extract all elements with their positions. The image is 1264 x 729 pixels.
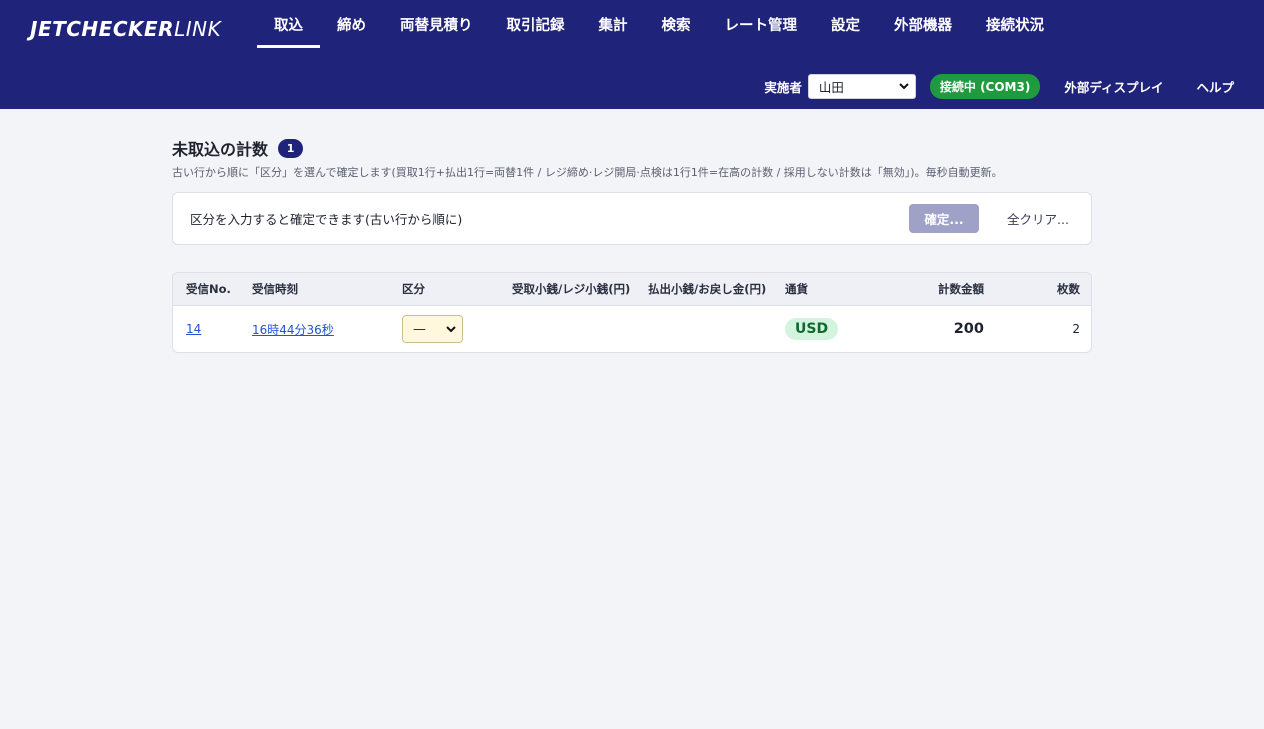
confirm-instruction: 区分を入力すると確定できます(古い行から順に) <box>190 212 463 227</box>
header-time: 受信時刻 <box>252 282 298 296</box>
header-received-change: 受取小銭/レジ小銭(円) <box>512 282 631 296</box>
sub-bar: 実施者 山田 接続中 (COM3) 外部ディスプレイ ヘルプ <box>764 73 1234 99</box>
category-value: — <box>413 321 426 337</box>
row-amount: 200 <box>953 321 984 337</box>
nav-tab-closing[interactable]: 締め <box>320 0 383 48</box>
header-paid-change: 払出小銭/お戻し金(円) <box>648 282 767 296</box>
nav-tab-import[interactable]: 取込 <box>257 0 320 48</box>
logo-bold-text: JETCHECKER <box>30 17 175 41</box>
header-category: 区分 <box>402 282 425 296</box>
operator-select[interactable]: 山田 <box>807 73 916 99</box>
page-subtitle: 古い行から順に「区分」を選んで確定します(買取1行+払出1行=両替1件 / レジ… <box>172 166 1003 179</box>
main-content: 未取込の計数 1 古い行から順に「区分」を選んで確定します(買取1行+払出1行=… <box>172 137 1092 353</box>
category-select[interactable]: — <box>402 315 463 343</box>
row-time-link[interactable]: 16時44分36秒 <box>252 321 334 338</box>
main-nav: 取込 締め 両替見積り 取引記録 集計 検索 レート管理 設定 外部機器 接続状… <box>257 0 1061 50</box>
nav-tab-external-devices[interactable]: 外部機器 <box>877 0 969 48</box>
table-header-row: 受信No. 受信時刻 区分 受取小銭/レジ小銭(円) 払出小銭/お戻し金(円) … <box>173 273 1091 306</box>
table-row: 14 16時44分36秒 — USD 200 2 <box>173 306 1091 352</box>
title-row: 未取込の計数 1 <box>172 137 1092 159</box>
page-title: 未取込の計数 <box>172 140 269 159</box>
help-link[interactable]: ヘルプ <box>1196 77 1234 96</box>
nav-tab-exchange-quote[interactable]: 両替見積り <box>383 0 490 48</box>
chevron-down-icon <box>899 82 909 89</box>
row-no-link[interactable]: 14 <box>186 322 201 336</box>
nav-tab-summary[interactable]: 集計 <box>582 0 645 48</box>
row-count: 2 <box>1072 322 1080 336</box>
header-currency: 通貨 <box>785 282 808 296</box>
nav-tab-transaction-log[interactable]: 取引記録 <box>490 0 582 48</box>
top-bar: JETCHECKERLINK 取込 締め 両替見積り 取引記録 集計 検索 レー… <box>0 0 1264 109</box>
header-count: 枚数 <box>1057 282 1080 296</box>
nav-tab-settings[interactable]: 設定 <box>814 0 877 48</box>
nav-tab-search[interactable]: 検索 <box>645 0 708 48</box>
currency-badge: USD <box>785 318 839 340</box>
app-logo[interactable]: JETCHECKERLINK <box>30 17 221 43</box>
nav-tab-connection-status[interactable]: 接続状況 <box>969 0 1061 48</box>
chevron-down-icon <box>446 325 456 332</box>
operator-label: 実施者 <box>764 79 802 95</box>
pending-count-badge: 1 <box>278 138 304 158</box>
confirm-panel: 区分を入力すると確定できます(古い行から順に) 確定... 全クリア... <box>172 192 1092 245</box>
connection-status-badge[interactable]: 接続中 (COM3) <box>929 73 1041 99</box>
nav-tab-rate-management[interactable]: レート管理 <box>708 0 815 48</box>
operator-value: 山田 <box>818 79 844 95</box>
header-no: 受信No. <box>186 282 231 296</box>
logo-light-text: LINK <box>174 17 222 41</box>
external-display-link[interactable]: 外部ディスプレイ <box>1064 77 1163 96</box>
header-amount: 計数金額 <box>938 282 984 296</box>
import-table: 受信No. 受信時刻 区分 受取小銭/レジ小銭(円) 払出小銭/お戻し金(円) … <box>172 272 1092 353</box>
confirm-button[interactable]: 確定... <box>909 204 979 233</box>
clear-all-button[interactable]: 全クリア... <box>993 204 1083 233</box>
